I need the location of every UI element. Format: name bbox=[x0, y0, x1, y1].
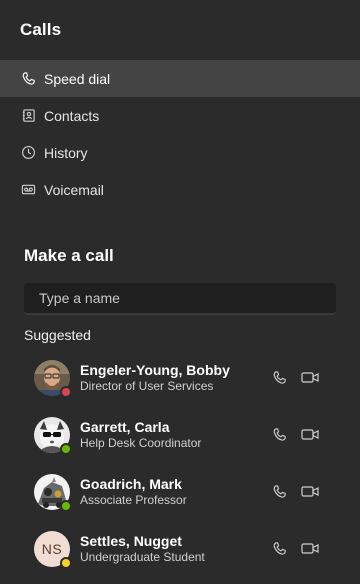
contact-name: Settles, Nugget bbox=[80, 532, 182, 549]
contacts-icon bbox=[20, 108, 36, 124]
video-call-button[interactable] bbox=[301, 540, 319, 558]
avatar: NS bbox=[34, 530, 72, 569]
avatar bbox=[34, 416, 72, 455]
video-camera-icon bbox=[301, 543, 319, 554]
audio-call-button[interactable] bbox=[270, 540, 288, 558]
contact-role: Associate Professor bbox=[80, 492, 187, 507]
phone-icon bbox=[273, 371, 286, 384]
name-search-field bbox=[24, 283, 336, 315]
video-camera-icon bbox=[301, 372, 319, 383]
suggested-contacts-list: Engeler-Young, Bobby Director of User Se… bbox=[0, 349, 360, 577]
avatar-initials: NS bbox=[41, 540, 63, 557]
video-call-button[interactable] bbox=[301, 483, 319, 501]
contact-row[interactable]: NS Settles, Nugget Undergraduate Student bbox=[0, 520, 360, 577]
nav-label: Voicemail bbox=[44, 181, 104, 198]
phone-icon bbox=[273, 485, 286, 498]
nav-label: Contacts bbox=[44, 107, 100, 124]
phone-icon bbox=[273, 428, 286, 441]
video-call-button[interactable] bbox=[301, 426, 319, 444]
contact-row[interactable]: Engeler-Young, Bobby Director of User Se… bbox=[0, 349, 360, 406]
video-camera-icon bbox=[301, 486, 319, 497]
audio-call-button[interactable] bbox=[270, 369, 288, 387]
presence-available-icon bbox=[60, 442, 72, 455]
make-call-heading: Make a call bbox=[24, 246, 114, 265]
contact-role: Help Desk Coordinator bbox=[80, 435, 202, 450]
nav-item-history[interactable]: History bbox=[0, 134, 360, 171]
nav-label: History bbox=[44, 144, 88, 161]
avatar bbox=[34, 359, 72, 398]
voicemail-icon bbox=[20, 182, 36, 198]
presence-available-icon bbox=[60, 499, 72, 512]
presence-away-icon bbox=[60, 556, 72, 569]
calls-nav: Speed dial Contacts History Voicemail bbox=[0, 60, 360, 208]
contact-row[interactable]: Garrett, Carla Help Desk Coordinator bbox=[0, 406, 360, 463]
video-camera-icon bbox=[301, 429, 319, 440]
contact-name: Goadrich, Mark bbox=[80, 475, 182, 492]
contact-row[interactable]: Goadrich, Mark Associate Professor bbox=[0, 463, 360, 520]
suggested-heading: Suggested bbox=[24, 327, 91, 343]
audio-call-button[interactable] bbox=[270, 483, 288, 501]
avatar bbox=[34, 473, 72, 512]
contact-role: Director of User Services bbox=[80, 378, 214, 393]
phone-icon bbox=[273, 542, 286, 555]
contact-name: Engeler-Young, Bobby bbox=[80, 361, 230, 378]
nav-label: Speed dial bbox=[44, 70, 111, 87]
contact-name: Garrett, Carla bbox=[80, 418, 170, 435]
name-search-input[interactable] bbox=[24, 283, 336, 313]
nav-item-contacts[interactable]: Contacts bbox=[0, 97, 360, 134]
audio-call-button[interactable] bbox=[270, 426, 288, 444]
nav-item-speed-dial[interactable]: Speed dial bbox=[0, 60, 360, 97]
presence-busy-icon bbox=[60, 385, 72, 398]
page-title: Calls bbox=[20, 20, 62, 39]
clock-icon bbox=[20, 145, 36, 161]
nav-item-voicemail[interactable]: Voicemail bbox=[0, 171, 360, 208]
phone-icon bbox=[20, 71, 36, 87]
video-call-button[interactable] bbox=[301, 369, 319, 387]
contact-role: Undergraduate Student bbox=[80, 549, 205, 564]
